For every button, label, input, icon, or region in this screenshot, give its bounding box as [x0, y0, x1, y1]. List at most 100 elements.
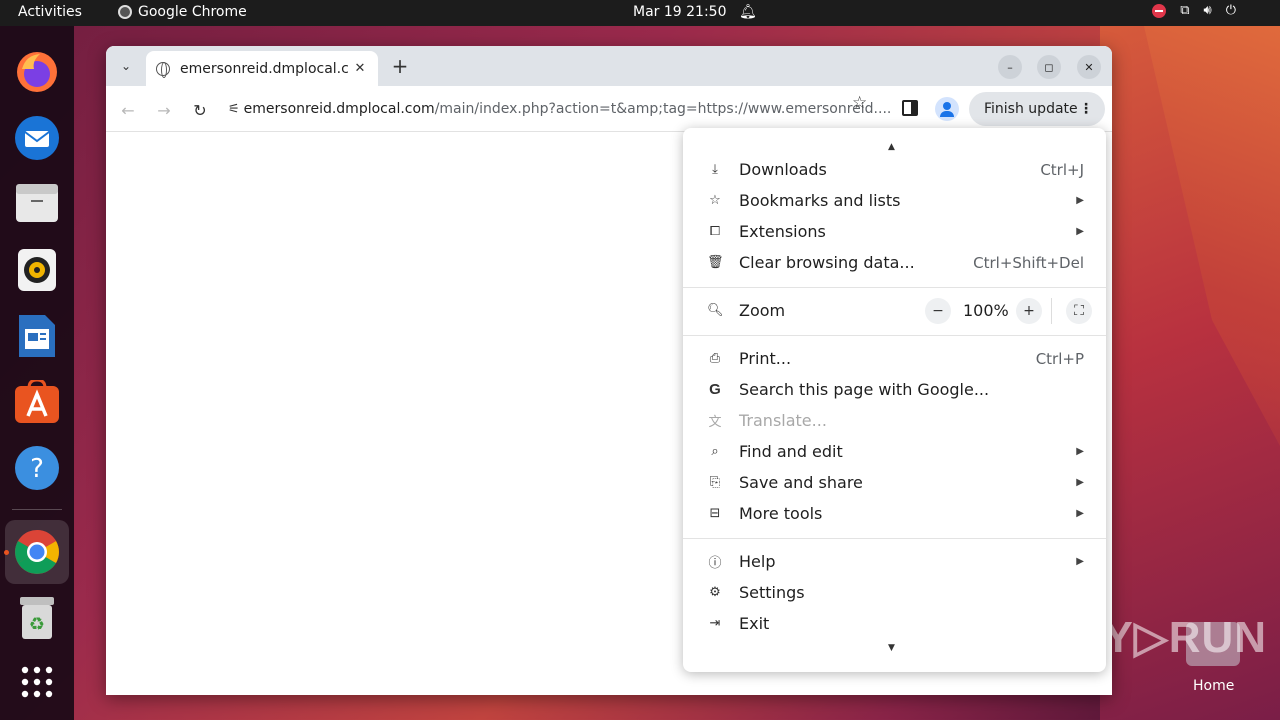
menu-separator: [683, 287, 1106, 288]
minimize-button[interactable]: –: [998, 55, 1022, 79]
scroll-up-icon[interactable]: ▲: [888, 142, 895, 152]
menu-item-print[interactable]: ⎙ Print... Ctrl+P: [683, 343, 1106, 374]
fullscreen-icon[interactable]: ⛶: [1066, 297, 1092, 324]
app-menu[interactable]: Google Chrome: [118, 4, 247, 20]
submenu-arrow-icon: ▶: [1076, 508, 1084, 519]
finish-update-button[interactable]: Finish update ⋮: [969, 92, 1105, 126]
zoom-label: Zoom: [739, 301, 786, 320]
menu-item-label: Translate...: [739, 411, 827, 430]
menu-item-more-tools[interactable]: ⊟ More tools ▶: [683, 498, 1106, 529]
forward-button[interactable]: →: [152, 98, 176, 122]
url-host: emersonreid.dmplocal.com: [243, 101, 435, 117]
running-indicator: [4, 550, 9, 555]
chrome-small-icon: [118, 5, 132, 19]
save-icon: ⎘: [709, 475, 721, 490]
bell-icon: 🔔︎: [739, 4, 757, 20]
dock-separator: [12, 509, 62, 510]
menu-item-bookmarks[interactable]: ☆ Bookmarks and lists ▶: [683, 185, 1106, 216]
tab-search-chevron-icon[interactable]: ⌄: [114, 54, 138, 78]
zoom-in-button[interactable]: +: [1016, 297, 1042, 324]
menu-item-settings[interactable]: ⚙ Settings: [683, 577, 1106, 608]
zoom-icon: 🔍︎: [707, 303, 724, 318]
submenu-arrow-icon: ▶: [1076, 477, 1084, 488]
clock[interactable]: Mar 19 21:50: [633, 4, 726, 20]
menu-separator: [683, 335, 1106, 336]
menu-separator: [683, 538, 1106, 539]
submenu-arrow-icon: ▶: [1076, 556, 1084, 567]
home-label[interactable]: Home: [1193, 678, 1234, 694]
exit-icon: ⇥: [709, 616, 721, 631]
submenu-arrow-icon: ▶: [1076, 446, 1084, 457]
menu-item-help[interactable]: ⓘ Help ▶: [683, 546, 1106, 577]
more-vert-icon: ⋮: [1079, 101, 1093, 117]
chrome-app-menu: ▲ ⤓ Downloads Ctrl+J ☆ Bookmarks and lis…: [683, 128, 1106, 672]
menu-item-label: Bookmarks and lists: [739, 191, 901, 210]
new-tab-button[interactable]: +: [388, 54, 412, 78]
menu-item-find-and-edit[interactable]: ⌕ Find and edit ▶: [683, 436, 1106, 467]
find-icon: ⌕: [711, 444, 719, 459]
volume-icon: 🔊︎: [1203, 3, 1212, 18]
menu-item-clear-browsing-data[interactable]: 🗑︎ Clear browsing data... Ctrl+Shift+Del: [683, 247, 1106, 278]
trash-icon[interactable]: ♻: [11, 592, 63, 644]
side-panel-icon[interactable]: [902, 100, 918, 116]
files-icon[interactable]: [11, 178, 63, 230]
url-path: /main/index.php?action=t&amp;tag=https:/…: [434, 101, 892, 117]
power-icon: ⏻: [1225, 3, 1236, 18]
menu-item-label: Exit: [739, 614, 770, 633]
libreoffice-writer-icon[interactable]: [11, 310, 63, 362]
profile-avatar-icon[interactable]: [935, 97, 959, 121]
menu-item-exit[interactable]: ⇥ Exit: [683, 608, 1106, 639]
menu-item-translate: 文 Translate...: [683, 405, 1106, 436]
trash-icon: 🗑︎: [707, 255, 724, 270]
menu-item-label: Settings: [739, 583, 805, 602]
close-window-button[interactable]: ✕: [1077, 55, 1101, 79]
zoom-divider: [1051, 297, 1052, 324]
menu-item-downloads[interactable]: ⤓ Downloads Ctrl+J: [683, 154, 1106, 185]
close-tab-icon[interactable]: ✕: [352, 61, 368, 76]
help-icon[interactable]: ?: [11, 442, 63, 494]
app-name: Google Chrome: [138, 4, 247, 20]
maximize-button[interactable]: ◻: [1037, 55, 1061, 79]
submenu-arrow-icon: ▶: [1076, 195, 1084, 206]
thunderbird-icon[interactable]: [11, 112, 63, 164]
menu-item-save-and-share[interactable]: ⎘ Save and share ▶: [683, 467, 1106, 498]
menu-item-label: Find and edit: [739, 442, 843, 461]
submenu-arrow-icon: ▶: [1076, 226, 1084, 237]
extensions-icon: ⧠: [709, 224, 721, 239]
chrome-icon[interactable]: [5, 520, 69, 584]
app-center-icon[interactable]: [11, 376, 63, 428]
toolbox-icon: ⊟: [709, 506, 721, 521]
scroll-down-icon[interactable]: ▼: [888, 643, 895, 653]
menu-item-label: Save and share: [739, 473, 863, 492]
site-info-icon[interactable]: ⚟: [228, 102, 240, 117]
menu-item-extensions[interactable]: ⧠ Extensions ▶: [683, 216, 1106, 247]
activities-button[interactable]: Activities: [18, 4, 82, 20]
help-circle-icon: ⓘ: [708, 556, 722, 571]
menu-item-search-google[interactable]: G Search this page with Google...: [683, 374, 1106, 405]
tab-active[interactable]: emersonreid.dmplocal.c ✕: [146, 51, 378, 86]
reload-button[interactable]: ↻: [188, 98, 212, 122]
translate-icon: 文: [708, 415, 722, 430]
toolbar: ← → ↻ ⚟ emersonreid.dmplocal.com/main/in…: [106, 86, 1112, 132]
do-not-disturb-icon: [1152, 3, 1167, 18]
settings-icon: ⚙: [709, 585, 721, 600]
zoom-out-button[interactable]: −: [925, 297, 951, 324]
menu-item-zoom: 🔍︎ Zoom − 100% + ⛶: [683, 295, 1106, 326]
star-icon: ☆: [709, 193, 721, 208]
menu-item-shortcut: Ctrl+Shift+Del: [973, 253, 1084, 272]
top-bar: Activities Google Chrome Mar 19 21:50 🔔︎…: [0, 0, 1280, 26]
menu-item-label: Help: [739, 552, 776, 571]
globe-icon: [156, 61, 170, 78]
back-button[interactable]: ←: [116, 98, 140, 122]
print-icon: ⎙: [709, 351, 721, 366]
finish-update-label: Finish update: [984, 101, 1078, 117]
zoom-value: 100%: [963, 301, 1009, 320]
system-tray[interactable]: ⧉ 🔊︎ ⏻: [1152, 3, 1236, 18]
tab-title: emersonreid.dmplocal.c: [180, 60, 349, 77]
address-bar[interactable]: ⚟ emersonreid.dmplocal.com/main/index.ph…: [224, 92, 891, 126]
rhythmbox-icon[interactable]: [11, 244, 63, 296]
menu-item-label: Print...: [739, 349, 792, 368]
show-apps-icon[interactable]: [11, 656, 63, 708]
firefox-icon[interactable]: [11, 46, 63, 98]
dock: ? ♻: [0, 26, 74, 720]
